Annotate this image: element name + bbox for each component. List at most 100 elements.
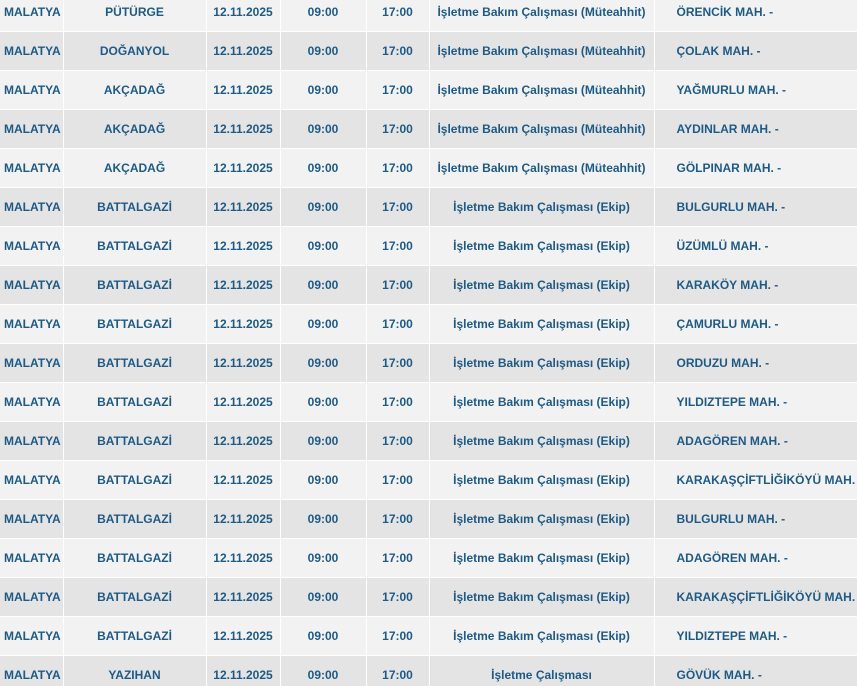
cell-ilce: YAZIHAN [63, 655, 207, 686]
cell-bitis: 17:00 [366, 421, 430, 461]
cell-mahalle: KARAKAŞÇİFTLİĞİKÖYÜ MAH. - [654, 577, 857, 617]
cell-il: MALATYA [0, 421, 64, 461]
cell-ilce: BATTALGAZİ [63, 616, 207, 656]
cell-tarih: 12.11.2025 [206, 421, 281, 461]
outage-table-body: MALATYA PÜTÜRGE 12.11.2025 09:00 17:00 İ… [0, 0, 857, 686]
cell-mahalle: YILDIZTEPE MAH. - [654, 616, 857, 656]
cell-bitis: 17:00 [366, 655, 430, 686]
cell-baslangic: 09:00 [280, 304, 367, 344]
cell-tarih: 12.11.2025 [206, 616, 281, 656]
cell-tarih: 12.11.2025 [206, 226, 281, 266]
cell-tarih: 12.11.2025 [206, 655, 281, 686]
cell-tarih: 12.11.2025 [206, 31, 281, 71]
cell-neden: İşletme Bakım Çalışması (Müteahhit) [429, 70, 655, 110]
table-row: MALATYA BATTALGAZİ 12.11.2025 09:00 17:0… [0, 265, 857, 305]
cell-bitis: 17:00 [366, 304, 430, 344]
cell-tarih: 12.11.2025 [206, 70, 281, 110]
cell-tarih: 12.11.2025 [206, 577, 281, 617]
cell-baslangic: 09:00 [280, 655, 367, 686]
cell-ilce: AKÇADAĞ [63, 109, 207, 149]
cell-bitis: 17:00 [366, 226, 430, 266]
table-row: MALATYA DOĞANYOL 12.11.2025 09:00 17:00 … [0, 31, 857, 71]
cell-ilce: BATTALGAZİ [63, 382, 207, 422]
cell-ilce: AKÇADAĞ [63, 70, 207, 110]
cell-tarih: 12.11.2025 [206, 499, 281, 539]
cell-tarih: 12.11.2025 [206, 148, 281, 188]
cell-il: MALATYA [0, 304, 64, 344]
cell-mahalle: GÖLPINAR MAH. - [654, 148, 857, 188]
cell-il: MALATYA [0, 148, 64, 188]
cell-baslangic: 09:00 [280, 70, 367, 110]
cell-tarih: 12.11.2025 [206, 382, 281, 422]
cell-il: MALATYA [0, 382, 64, 422]
cell-mahalle: ÇAMURLU MAH. - [654, 304, 857, 344]
cell-bitis: 17:00 [366, 109, 430, 149]
cell-il: MALATYA [0, 226, 64, 266]
cell-baslangic: 09:00 [280, 538, 367, 578]
cell-il: MALATYA [0, 460, 64, 500]
cell-mahalle: ÖRENCİK MAH. - [654, 0, 857, 32]
cell-neden: İşletme Bakım Çalışması (Ekip) [429, 538, 655, 578]
table-row: MALATYA BATTALGAZİ 12.11.2025 09:00 17:0… [0, 577, 857, 617]
cell-mahalle: ÇOLAK MAH. - [654, 31, 857, 71]
cell-bitis: 17:00 [366, 265, 430, 305]
cell-mahalle: GÖVÜK MAH. - [654, 655, 857, 686]
cell-ilce: BATTALGAZİ [63, 460, 207, 500]
outage-table: MALATYA PÜTÜRGE 12.11.2025 09:00 17:00 İ… [0, 0, 857, 686]
cell-baslangic: 09:00 [280, 226, 367, 266]
cell-bitis: 17:00 [366, 460, 430, 500]
cell-neden: İşletme Bakım Çalışması (Ekip) [429, 460, 655, 500]
cell-baslangic: 09:00 [280, 187, 367, 227]
cell-il: MALATYA [0, 538, 64, 578]
cell-ilce: BATTALGAZİ [63, 538, 207, 578]
cell-neden: İşletme Bakım Çalışması (Ekip) [429, 421, 655, 461]
cell-baslangic: 09:00 [280, 343, 367, 383]
cell-bitis: 17:00 [366, 499, 430, 539]
table-row: MALATYA PÜTÜRGE 12.11.2025 09:00 17:00 İ… [0, 0, 857, 32]
table-row: MALATYA BATTALGAZİ 12.11.2025 09:00 17:0… [0, 382, 857, 422]
cell-tarih: 12.11.2025 [206, 460, 281, 500]
table-row: MALATYA BATTALGAZİ 12.11.2025 09:00 17:0… [0, 421, 857, 461]
cell-tarih: 12.11.2025 [206, 265, 281, 305]
cell-ilce: BATTALGAZİ [63, 421, 207, 461]
cell-ilce: PÜTÜRGE [63, 0, 207, 32]
cell-neden: İşletme Bakım Çalışması (Ekip) [429, 304, 655, 344]
cell-il: MALATYA [0, 265, 64, 305]
cell-baslangic: 09:00 [280, 460, 367, 500]
cell-ilce: BATTALGAZİ [63, 577, 207, 617]
cell-bitis: 17:00 [366, 382, 430, 422]
cell-ilce: BATTALGAZİ [63, 304, 207, 344]
cell-baslangic: 09:00 [280, 0, 367, 32]
cell-neden: İşletme Bakım Çalışması (Ekip) [429, 577, 655, 617]
table-row: MALATYA BATTALGAZİ 12.11.2025 09:00 17:0… [0, 460, 857, 500]
cell-tarih: 12.11.2025 [206, 187, 281, 227]
cell-baslangic: 09:00 [280, 616, 367, 656]
table-row: MALATYA AKÇADAĞ 12.11.2025 09:00 17:00 İ… [0, 70, 857, 110]
cell-il: MALATYA [0, 0, 64, 32]
cell-neden: İşletme Bakım Çalışması (Ekip) [429, 226, 655, 266]
table-row: MALATYA BATTALGAZİ 12.11.2025 09:00 17:0… [0, 538, 857, 578]
table-row: MALATYA BATTALGAZİ 12.11.2025 09:00 17:0… [0, 187, 857, 227]
cell-ilce: AKÇADAĞ [63, 148, 207, 188]
cell-ilce: BATTALGAZİ [63, 499, 207, 539]
cell-baslangic: 09:00 [280, 148, 367, 188]
cell-neden: İşletme Bakım Çalışması (Müteahhit) [429, 148, 655, 188]
cell-baslangic: 09:00 [280, 31, 367, 71]
cell-neden: İşletme Bakım Çalışması (Ekip) [429, 187, 655, 227]
cell-il: MALATYA [0, 616, 64, 656]
cell-il: MALATYA [0, 187, 64, 227]
cell-il: MALATYA [0, 343, 64, 383]
cell-mahalle: ÜZÜMLÜ MAH. - [654, 226, 857, 266]
cell-il: MALATYA [0, 70, 64, 110]
cell-ilce: BATTALGAZİ [63, 187, 207, 227]
cell-mahalle: ADAGÖREN MAH. - [654, 538, 857, 578]
cell-bitis: 17:00 [366, 577, 430, 617]
table-row: MALATYA BATTALGAZİ 12.11.2025 09:00 17:0… [0, 343, 857, 383]
cell-baslangic: 09:00 [280, 499, 367, 539]
cell-baslangic: 09:00 [280, 421, 367, 461]
cell-neden: İşletme Bakım Çalışması (Ekip) [429, 616, 655, 656]
cell-bitis: 17:00 [366, 148, 430, 188]
cell-baslangic: 09:00 [280, 577, 367, 617]
cell-ilce: BATTALGAZİ [63, 265, 207, 305]
table-row: MALATYA BATTALGAZİ 12.11.2025 09:00 17:0… [0, 616, 857, 656]
